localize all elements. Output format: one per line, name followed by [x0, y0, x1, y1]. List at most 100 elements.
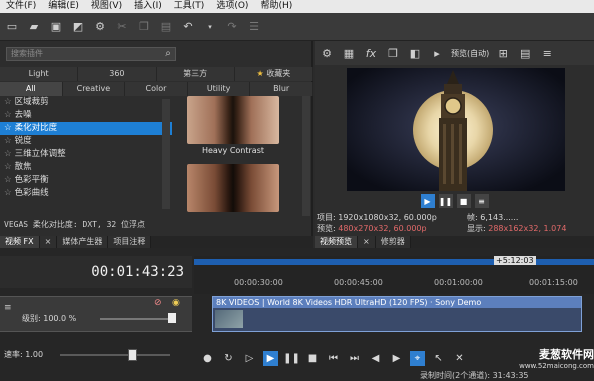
menu-options[interactable]: 选项(O)	[210, 0, 254, 13]
preset-thumbnail[interactable]	[187, 96, 279, 144]
tab-light[interactable]: Light	[0, 67, 79, 81]
preview-quality-icon[interactable]: ▸	[429, 45, 445, 61]
prev-frame-icon[interactable]: ◀	[368, 351, 383, 366]
open-folder-icon[interactable]: ▰	[26, 19, 42, 35]
edit-tool-icon[interactable]: ⌖	[410, 350, 425, 366]
tab-creative[interactable]: Creative	[62, 82, 126, 96]
menu-edit[interactable]: 编辑(E)	[42, 0, 85, 13]
star-outline-icon[interactable]: ☆	[4, 162, 12, 172]
list-item[interactable]: ☆ 区域裁剪	[0, 96, 172, 109]
fx-label: 锐度	[14, 136, 32, 146]
list-item[interactable]: ☆ 去噪	[0, 109, 172, 122]
fx-list-scrollbar[interactable]	[162, 99, 170, 209]
thumbnail-scrollbar[interactable]	[302, 96, 310, 216]
pause-icon[interactable]: ❚❚	[283, 351, 300, 366]
track-menu-icon[interactable]: ≡	[4, 303, 12, 313]
tab-project-notes[interactable]: 项目注释	[108, 236, 152, 248]
list-item[interactable]: ☆ 色彩平衡	[0, 174, 172, 187]
star-outline-icon[interactable]: ☆	[4, 188, 12, 198]
main-toolbar: ▭ ▰ ▣ ◩ ⚙ ✂ ❐ ▤ ↶ ▾ ↷ ☰	[0, 13, 594, 41]
fx-search-input[interactable]: 搜索插件	[6, 47, 176, 61]
tab-color[interactable]: Color	[125, 82, 188, 96]
play-icon[interactable]: ▶	[420, 194, 435, 208]
star-outline-icon[interactable]: ☆	[4, 149, 12, 159]
video-track-header[interactable]: ≡ 级别: 100.0 % ⊘ ◉	[0, 296, 192, 332]
menu-view[interactable]: 视图(V)	[85, 0, 128, 13]
paste-icon[interactable]: ▤	[158, 19, 174, 35]
star-outline-icon[interactable]: ☆	[4, 123, 12, 133]
pause-icon[interactable]: ❚❚	[438, 194, 453, 208]
solo-icon[interactable]: ◉	[172, 298, 180, 308]
overlays-icon[interactable]: ▤	[517, 45, 533, 61]
level-slider-thumb[interactable]	[168, 313, 176, 323]
go-to-end-icon[interactable]: ⏭	[347, 351, 362, 366]
stop-icon[interactable]: ■	[305, 351, 320, 366]
history-icon[interactable]: ☰	[246, 19, 262, 35]
preview-toolbar: ⚙ ▦ fx ❐ ◧ ▸ 预览(自动) ⊞ ▤ ≡	[315, 41, 594, 65]
tab-trimmer[interactable]: 修剪器	[375, 236, 411, 248]
render-icon[interactable]: ◩	[70, 19, 86, 35]
list-item[interactable]: ☆ 散焦	[0, 161, 172, 174]
menu-icon[interactable]: ≡	[539, 45, 555, 61]
star-outline-icon[interactable]: ☆	[4, 136, 12, 146]
region-marker[interactable]: +5:12:03	[494, 256, 536, 265]
level-slider-track[interactable]	[100, 318, 170, 320]
grid-icon[interactable]: ⊞	[495, 45, 511, 61]
preview-mode-dropdown[interactable]: 预览(自动)	[451, 48, 489, 59]
tab-video-preview[interactable]: 视频预览	[315, 236, 358, 248]
star-outline-icon[interactable]: ☆	[4, 97, 12, 107]
play-from-start-icon[interactable]: ▷	[242, 351, 257, 366]
stop-icon[interactable]: ■	[456, 194, 471, 208]
video-clip[interactable]: 8K VIDEOS | World 8K Videos HDR UltraHD …	[212, 296, 582, 332]
preview-menu-icon[interactable]: ≡	[474, 194, 489, 208]
split-screen-icon[interactable]: ◧	[407, 45, 423, 61]
copy-icon[interactable]: ❐	[136, 19, 152, 35]
menu-file[interactable]: 文件(F)	[0, 0, 42, 13]
close-icon[interactable]: ×	[358, 236, 376, 248]
menu-help[interactable]: 帮助(H)	[254, 0, 298, 13]
menu-tools[interactable]: 工具(T)	[168, 0, 211, 13]
list-item[interactable]: ☆ 三维立体调整	[0, 148, 172, 161]
delete-icon[interactable]: ✕	[452, 351, 467, 366]
rate-slider-thumb[interactable]	[128, 349, 137, 361]
search-icon[interactable]: ⌕	[160, 47, 176, 61]
tab-media-generators[interactable]: 媒体产生器	[57, 236, 109, 248]
redo-icon[interactable]: ↷	[224, 19, 240, 35]
loop-icon[interactable]: ↻	[221, 351, 236, 366]
cursor-icon[interactable]: ↖	[431, 351, 446, 366]
tab-all[interactable]: All	[0, 82, 63, 96]
settings-gear-icon[interactable]: ⚙	[92, 19, 108, 35]
close-icon[interactable]: ×	[39, 236, 58, 248]
timeline-ruler[interactable]: +5:12:03 00:00:30:00 00:00:45:00 00:01:0…	[194, 256, 594, 294]
new-file-icon[interactable]: ▭	[4, 19, 20, 35]
cut-icon[interactable]: ✂	[114, 19, 130, 35]
fx-category-tabs: All Creative Color Utility Blur	[0, 82, 313, 96]
list-item[interactable]: ☆ 锐度	[0, 135, 172, 148]
go-to-start-icon[interactable]: ⏮	[326, 351, 341, 366]
copy-snapshot-icon[interactable]: ❐	[385, 45, 401, 61]
star-outline-icon[interactable]: ☆	[4, 175, 12, 185]
mute-icon[interactable]: ⊘	[154, 298, 162, 308]
tab-third-party[interactable]: 第三方	[156, 67, 235, 81]
menu-insert[interactable]: 插入(I)	[128, 0, 168, 13]
project-properties-icon[interactable]: ▦	[341, 45, 357, 61]
save-icon[interactable]: ▣	[48, 19, 64, 35]
undo-icon[interactable]: ↶	[180, 19, 196, 35]
tab-blur[interactable]: Blur	[250, 82, 313, 96]
tab-favorites[interactable]: ★ 收藏夹	[234, 67, 313, 81]
preset-thumbnail[interactable]	[187, 164, 279, 212]
fx-label: 色彩平衡	[14, 175, 49, 185]
list-item[interactable]: ☆ 色彩曲线	[0, 187, 172, 200]
fx-icon[interactable]: fx	[363, 45, 379, 61]
gear-icon[interactable]: ⚙	[319, 45, 335, 61]
next-frame-icon[interactable]: ▶	[389, 351, 404, 366]
tab-utility[interactable]: Utility	[187, 82, 251, 96]
rate-slider-track[interactable]	[60, 354, 170, 356]
play-icon[interactable]: ▶	[263, 350, 278, 366]
record-icon[interactable]: ●	[200, 351, 215, 366]
list-item-selected[interactable]: ☆ 柔化对比度	[0, 122, 172, 135]
tab-video-fx[interactable]: 视频 FX	[0, 236, 40, 248]
tab-360[interactable]: 360	[78, 67, 157, 81]
star-outline-icon[interactable]: ☆	[4, 110, 12, 120]
undo-dropdown-icon[interactable]: ▾	[202, 19, 218, 35]
